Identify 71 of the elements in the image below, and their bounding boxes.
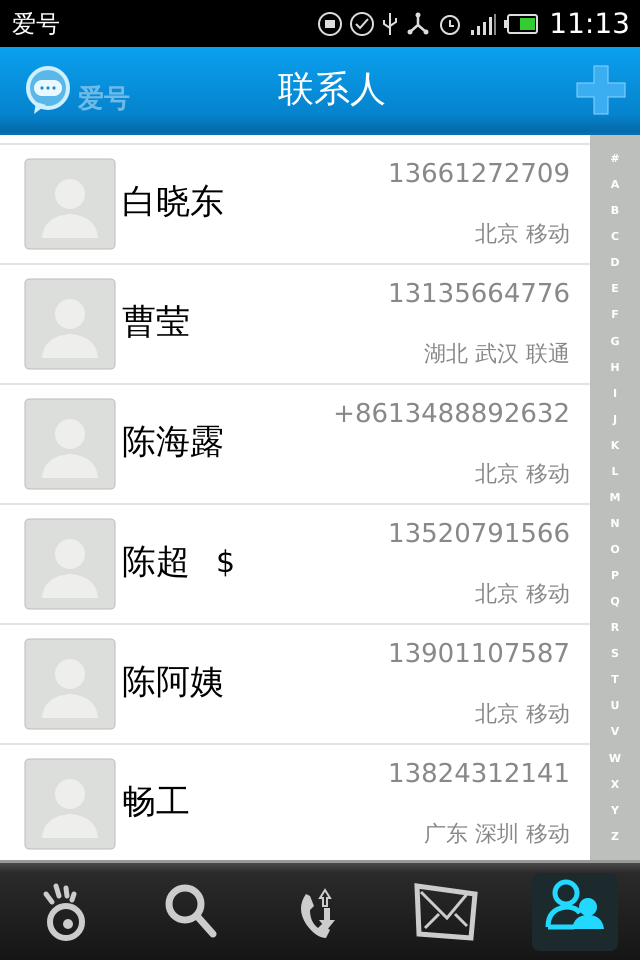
index-letter[interactable]: W (608, 752, 622, 764)
index-letter[interactable]: F (611, 308, 619, 322)
index-letter[interactable]: Q (610, 595, 620, 608)
index-letter[interactable]: A (610, 178, 620, 192)
index-letter[interactable]: P (610, 569, 620, 582)
contact-name: 曹莹 (122, 301, 190, 344)
avatar-icon (24, 278, 116, 370)
contact-name: 畅工 (122, 781, 190, 824)
index-letter[interactable]: S (611, 647, 619, 660)
nav-tab[interactable] (532, 872, 618, 950)
contact-row[interactable]: 白晓东 13661272709 北京 移动 (0, 143, 590, 263)
carrier-location: 北京 移动 (475, 701, 570, 729)
contact-name: 陈阿姨 (122, 661, 224, 704)
index-letter[interactable]: K (610, 438, 620, 452)
index-letter[interactable]: N (610, 516, 620, 530)
avatar-icon (24, 518, 116, 610)
index-letter[interactable]: E (611, 282, 619, 296)
battery-icon (503, 12, 540, 34)
index-letter[interactable]: U (610, 699, 620, 712)
avatar-icon (24, 158, 116, 250)
usb-icon (381, 10, 400, 36)
phone-number: 13520791566 (388, 519, 570, 549)
carrier-location: 湖北 武汉 联通 (424, 341, 570, 369)
phone-number: 13661272709 (388, 159, 570, 189)
carrier-location: 广东 深圳 移动 (424, 821, 570, 849)
phone-number: +8613488892632 (333, 399, 570, 429)
index-letter[interactable]: M (610, 490, 620, 504)
clock-time: 11:13 (549, 7, 630, 40)
index-letter[interactable]: I (612, 386, 618, 400)
dollar-mark: $ (216, 544, 236, 580)
notification-icon (317, 10, 344, 36)
contact-row[interactable]: 曹莹 13135664776 湖北 武汉 联通 (0, 263, 590, 383)
index-letter[interactable]: X (610, 778, 620, 791)
index-letter[interactable]: H (610, 360, 620, 374)
index-letter[interactable]: # (610, 152, 620, 166)
alphabet-index[interactable]: # A B C D E F G H I J K L M N O P Q R S T U V W X Y Z (590, 135, 640, 860)
index-letter[interactable]: J (612, 412, 618, 426)
index-letter[interactable]: R (610, 621, 620, 634)
plus-icon (574, 62, 628, 116)
index-letter[interactable]: Z (611, 830, 619, 843)
contact-name: 陈超 (122, 541, 190, 584)
contact-row[interactable]: 陈阿姨 13901107587 北京 移动 (0, 623, 590, 743)
carrier-location: 北京 移动 (475, 221, 570, 249)
index-letter[interactable]: T (611, 673, 619, 686)
carrier-location: 北京 移动 (475, 461, 570, 489)
index-letter[interactable]: O (610, 543, 620, 556)
phone-number: 13824312141 (388, 759, 570, 789)
contact-name: 白晓东 (122, 181, 224, 224)
carrier-location: 北京 移动 (475, 581, 570, 609)
avatar-icon (24, 758, 116, 850)
index-letter[interactable]: C (610, 230, 620, 244)
logo-text: 爱号 (78, 82, 130, 116)
contact-row[interactable]: 陈超 $ 13520791566 北京 移动 (0, 503, 590, 623)
app-name: 爱号 (12, 8, 60, 40)
avatar-icon (24, 638, 116, 730)
signal-icon (469, 12, 498, 36)
contact-row[interactable]: 陈海露 +8613488892632 北京 移动 (0, 383, 590, 503)
index-letter[interactable]: D (610, 256, 620, 270)
index-letter[interactable]: B (610, 204, 620, 218)
index-letter[interactable]: V (610, 725, 620, 738)
add-button[interactable] (574, 62, 628, 116)
index-letter[interactable]: L (611, 464, 618, 478)
phone-number: 13135664776 (388, 279, 570, 309)
index-letter[interactable]: Y (611, 804, 619, 817)
phone-number: 13901107587 (388, 639, 570, 669)
share-icon (405, 10, 432, 36)
avatar-icon (24, 398, 116, 490)
page-title: 联系人 (278, 68, 386, 112)
index-letter[interactable]: G (610, 334, 620, 348)
contact-name: 陈海露 (122, 421, 224, 464)
check-icon (349, 10, 376, 36)
